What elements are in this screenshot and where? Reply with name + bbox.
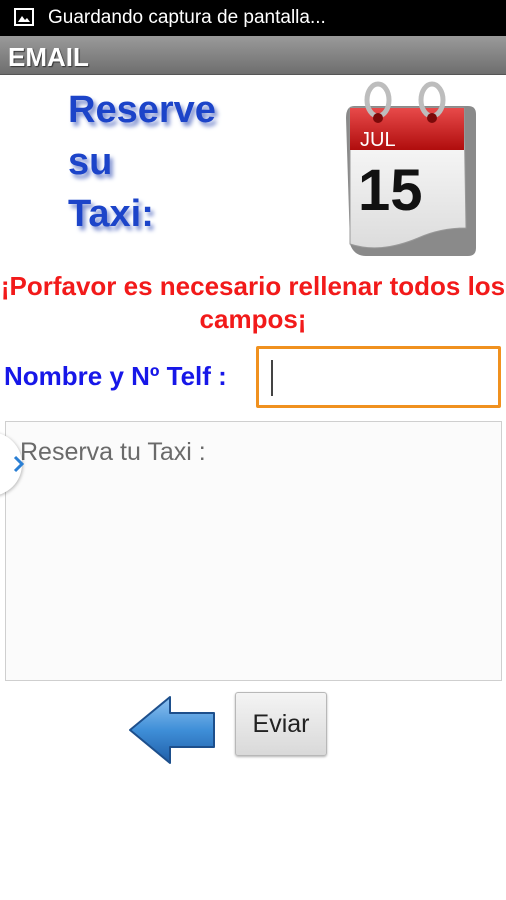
chevron-right-icon — [13, 455, 24, 473]
app-title: EMAIL — [8, 42, 89, 72]
send-button[interactable]: Eviar — [235, 692, 327, 756]
reservation-message-field[interactable] — [5, 421, 502, 681]
calendar-icon: JUL 15 — [346, 81, 476, 256]
calendar-month: JUL — [360, 129, 396, 151]
name-phone-label: Nombre y Nº Telf : — [4, 361, 227, 391]
name-phone-input[interactable] — [256, 346, 501, 408]
page-title: Reserve su Taxi: — [68, 89, 216, 235]
back-arrow-icon[interactable] — [126, 693, 218, 767]
status-text: Guardando captura de pantalla... — [48, 7, 326, 28]
calendar-day: 15 — [358, 158, 423, 223]
image-icon — [14, 8, 34, 26]
status-bar: Guardando captura de pantalla... — [0, 0, 506, 36]
text-cursor — [271, 360, 273, 396]
warning-message: ¡Porfavor es necesario rellenar todos lo… — [0, 271, 506, 334]
title-bar: EMAIL — [0, 36, 506, 75]
